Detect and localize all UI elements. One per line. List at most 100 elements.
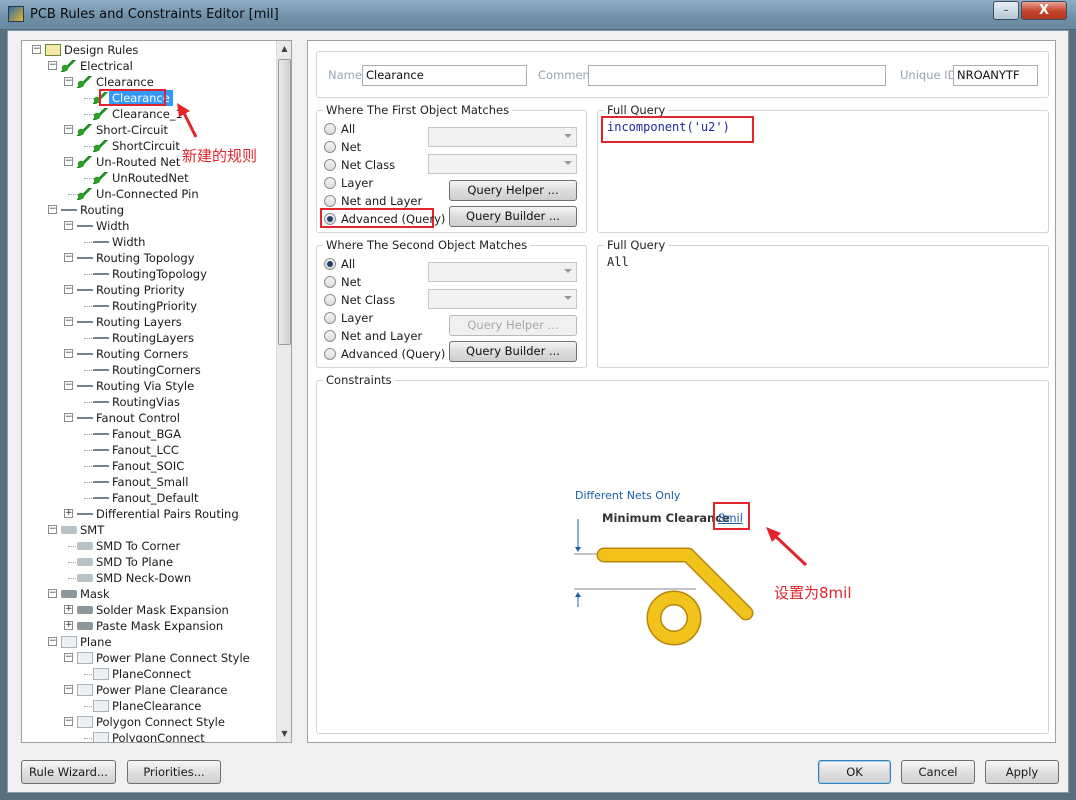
- design-rule-icon: [45, 44, 61, 56]
- tree-item[interactable]: PolygonConnect: [22, 730, 278, 742]
- tree-item[interactable]: − SMT: [22, 522, 278, 538]
- collapse-icon[interactable]: −: [32, 45, 41, 54]
- collapse-icon[interactable]: −: [64, 285, 73, 294]
- comment-input[interactable]: [588, 65, 886, 86]
- tree-item[interactable]: − Routing Layers: [22, 314, 278, 330]
- tree-item[interactable]: Clearance_1: [22, 106, 278, 122]
- collapse-icon[interactable]: −: [64, 77, 73, 86]
- scroll-thumb[interactable]: [278, 59, 291, 345]
- tree-item[interactable]: RoutingVias: [22, 394, 278, 410]
- tree-item[interactable]: Fanout_LCC: [22, 442, 278, 458]
- tree-item[interactable]: Fanout_Small: [22, 474, 278, 490]
- collapse-icon[interactable]: −: [48, 525, 57, 534]
- collapse-icon[interactable]: −: [64, 717, 73, 726]
- tree-item[interactable]: RoutingCorners: [22, 362, 278, 378]
- collapse-icon[interactable]: −: [48, 61, 57, 70]
- tree-item[interactable]: − Electrical: [22, 58, 278, 74]
- collapse-icon[interactable]: −: [64, 349, 73, 358]
- minimize-button[interactable]: –: [993, 1, 1019, 20]
- expand-icon[interactable]: +: [64, 509, 73, 518]
- second-query-helper-button[interactable]: Query Helper ...: [449, 315, 577, 336]
- close-button[interactable]: X: [1021, 1, 1067, 20]
- name-input[interactable]: Clearance: [362, 65, 527, 86]
- radio-label: All: [341, 257, 356, 271]
- collapse-icon[interactable]: −: [64, 317, 73, 326]
- tree-item[interactable]: − Plane: [22, 634, 278, 650]
- expand-icon[interactable]: +: [64, 605, 73, 614]
- collapse-icon[interactable]: −: [64, 381, 73, 390]
- tree-item[interactable]: − Power Plane Connect Style: [22, 650, 278, 666]
- collapse-icon[interactable]: −: [64, 253, 73, 262]
- tree-item[interactable]: + Solder Mask Expansion: [22, 602, 278, 618]
- collapse-icon[interactable]: −: [64, 413, 73, 422]
- scroll-down-icon[interactable]: ▼: [278, 727, 291, 741]
- first-query-helper-button[interactable]: Query Helper ...: [449, 180, 577, 201]
- tree-item[interactable]: − Routing Corners: [22, 346, 278, 362]
- tree-item[interactable]: − Polygon Connect Style: [22, 714, 278, 730]
- collapse-icon[interactable]: −: [64, 685, 73, 694]
- tree-item[interactable]: PlaneConnect: [22, 666, 278, 682]
- second-netclass-combo[interactable]: [428, 289, 577, 309]
- tree-scrollbar[interactable]: ▲ ▼: [276, 41, 291, 742]
- collapse-icon[interactable]: −: [64, 125, 73, 134]
- second-net-combo[interactable]: [428, 262, 577, 282]
- tree-item-label: Differential Pairs Routing: [96, 507, 239, 521]
- route-rule-icon: [93, 444, 109, 456]
- tree-item[interactable]: RoutingLayers: [22, 330, 278, 346]
- collapse-icon[interactable]: −: [48, 205, 57, 214]
- tree-item[interactable]: SMD To Corner: [22, 538, 278, 554]
- collapse-icon[interactable]: −: [64, 157, 73, 166]
- tree-item[interactable]: Fanout_Default: [22, 490, 278, 506]
- tree-item[interactable]: − Design Rules: [22, 42, 278, 58]
- tree-item[interactable]: SMD To Plane: [22, 554, 278, 570]
- first-netclass-combo[interactable]: [428, 154, 577, 174]
- tree-item[interactable]: − Routing Priority: [22, 282, 278, 298]
- mask-rule-icon: [61, 590, 77, 598]
- tree-item-label: RoutingCorners: [112, 363, 201, 377]
- tree-item[interactable]: + Differential Pairs Routing: [22, 506, 278, 522]
- scroll-up-icon[interactable]: ▲: [278, 42, 291, 56]
- second-query-text[interactable]: All: [607, 255, 629, 269]
- rule-wizard-button[interactable]: Rule Wizard...: [21, 760, 116, 784]
- second-query-builder-button[interactable]: Query Builder ...: [449, 341, 577, 362]
- tree-item[interactable]: − Clearance: [22, 74, 278, 90]
- route-rule-icon: [93, 492, 109, 504]
- route-rule-icon: [77, 284, 93, 296]
- tree-item[interactable]: Width: [22, 234, 278, 250]
- collapse-icon[interactable]: −: [64, 221, 73, 230]
- tree-item[interactable]: Fanout_BGA: [22, 426, 278, 442]
- tree-item[interactable]: + Paste Mask Expansion: [22, 618, 278, 634]
- tree-item[interactable]: Fanout_SOIC: [22, 458, 278, 474]
- first-query-builder-button[interactable]: Query Builder ...: [449, 206, 577, 227]
- expand-icon[interactable]: +: [64, 621, 73, 630]
- plane-rule-icon: [77, 652, 93, 664]
- priorities-button[interactable]: Priorities...: [127, 760, 221, 784]
- tree-item[interactable]: UnRoutedNet: [22, 170, 278, 186]
- unique-id-input[interactable]: NROANYTF: [953, 65, 1038, 86]
- tree-item[interactable]: RoutingTopology: [22, 266, 278, 282]
- tree-item[interactable]: − Power Plane Clearance: [22, 682, 278, 698]
- cancel-button[interactable]: Cancel: [901, 760, 975, 784]
- tree-item[interactable]: − Short-Circuit: [22, 122, 278, 138]
- tree-item[interactable]: SMD Neck-Down: [22, 570, 278, 586]
- tree-item[interactable]: − Mask: [22, 586, 278, 602]
- route-rule-icon: [77, 252, 93, 264]
- tree-item[interactable]: − Routing Via Style: [22, 378, 278, 394]
- tree-item[interactable]: Un-Connected Pin: [22, 186, 278, 202]
- mask-rule-icon: [77, 606, 93, 614]
- collapse-icon[interactable]: −: [48, 589, 57, 598]
- tree-item-label: Fanout_SOIC: [112, 459, 185, 473]
- tree-item[interactable]: − Fanout Control: [22, 410, 278, 426]
- collapse-icon[interactable]: −: [48, 637, 57, 646]
- tree-item[interactable]: PlaneClearance: [22, 698, 278, 714]
- smt-rule-icon: [77, 574, 93, 582]
- tree-item-label: Fanout_BGA: [112, 427, 181, 441]
- tree-item[interactable]: − Width: [22, 218, 278, 234]
- first-net-combo[interactable]: [428, 127, 577, 147]
- ok-button[interactable]: OK: [818, 760, 891, 784]
- tree-item[interactable]: − Routing Topology: [22, 250, 278, 266]
- tree-item[interactable]: − Routing: [22, 202, 278, 218]
- tree-item[interactable]: RoutingPriority: [22, 298, 278, 314]
- apply-button[interactable]: Apply: [985, 760, 1059, 784]
- collapse-icon[interactable]: −: [64, 653, 73, 662]
